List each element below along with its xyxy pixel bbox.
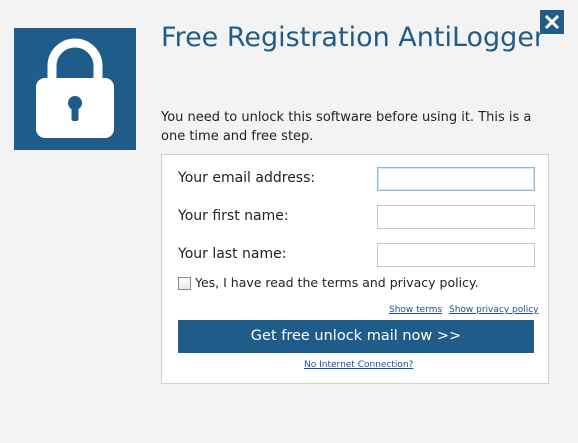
no-internet-connection-link[interactable]: No Internet Connection?	[304, 360, 413, 370]
email-field[interactable]	[377, 167, 535, 191]
email-label: Your email address:	[178, 170, 316, 186]
dialog-title: Free Registration AntiLogger	[161, 22, 546, 53]
intro-text: You need to unlock this software before …	[161, 110, 532, 144]
show-terms-link[interactable]: Show terms	[389, 305, 442, 315]
show-privacy-policy-link[interactable]: Show privacy policy	[449, 305, 539, 315]
first-name-label: Your first name:	[178, 208, 289, 224]
logo-tile	[14, 28, 136, 150]
last-name-label: Your last name:	[178, 246, 287, 262]
first-name-field[interactable]	[377, 205, 535, 229]
terms-checkbox[interactable]	[178, 277, 191, 290]
padlock-icon	[36, 38, 114, 138]
registration-form: Your email address: Your first name: You…	[161, 154, 549, 384]
last-name-field[interactable]	[377, 243, 535, 267]
get-unlock-mail-button[interactable]: Get free unlock mail now >>	[178, 320, 534, 353]
terms-checkbox-label[interactable]: Yes, I have read the terms and privacy p…	[195, 275, 479, 290]
